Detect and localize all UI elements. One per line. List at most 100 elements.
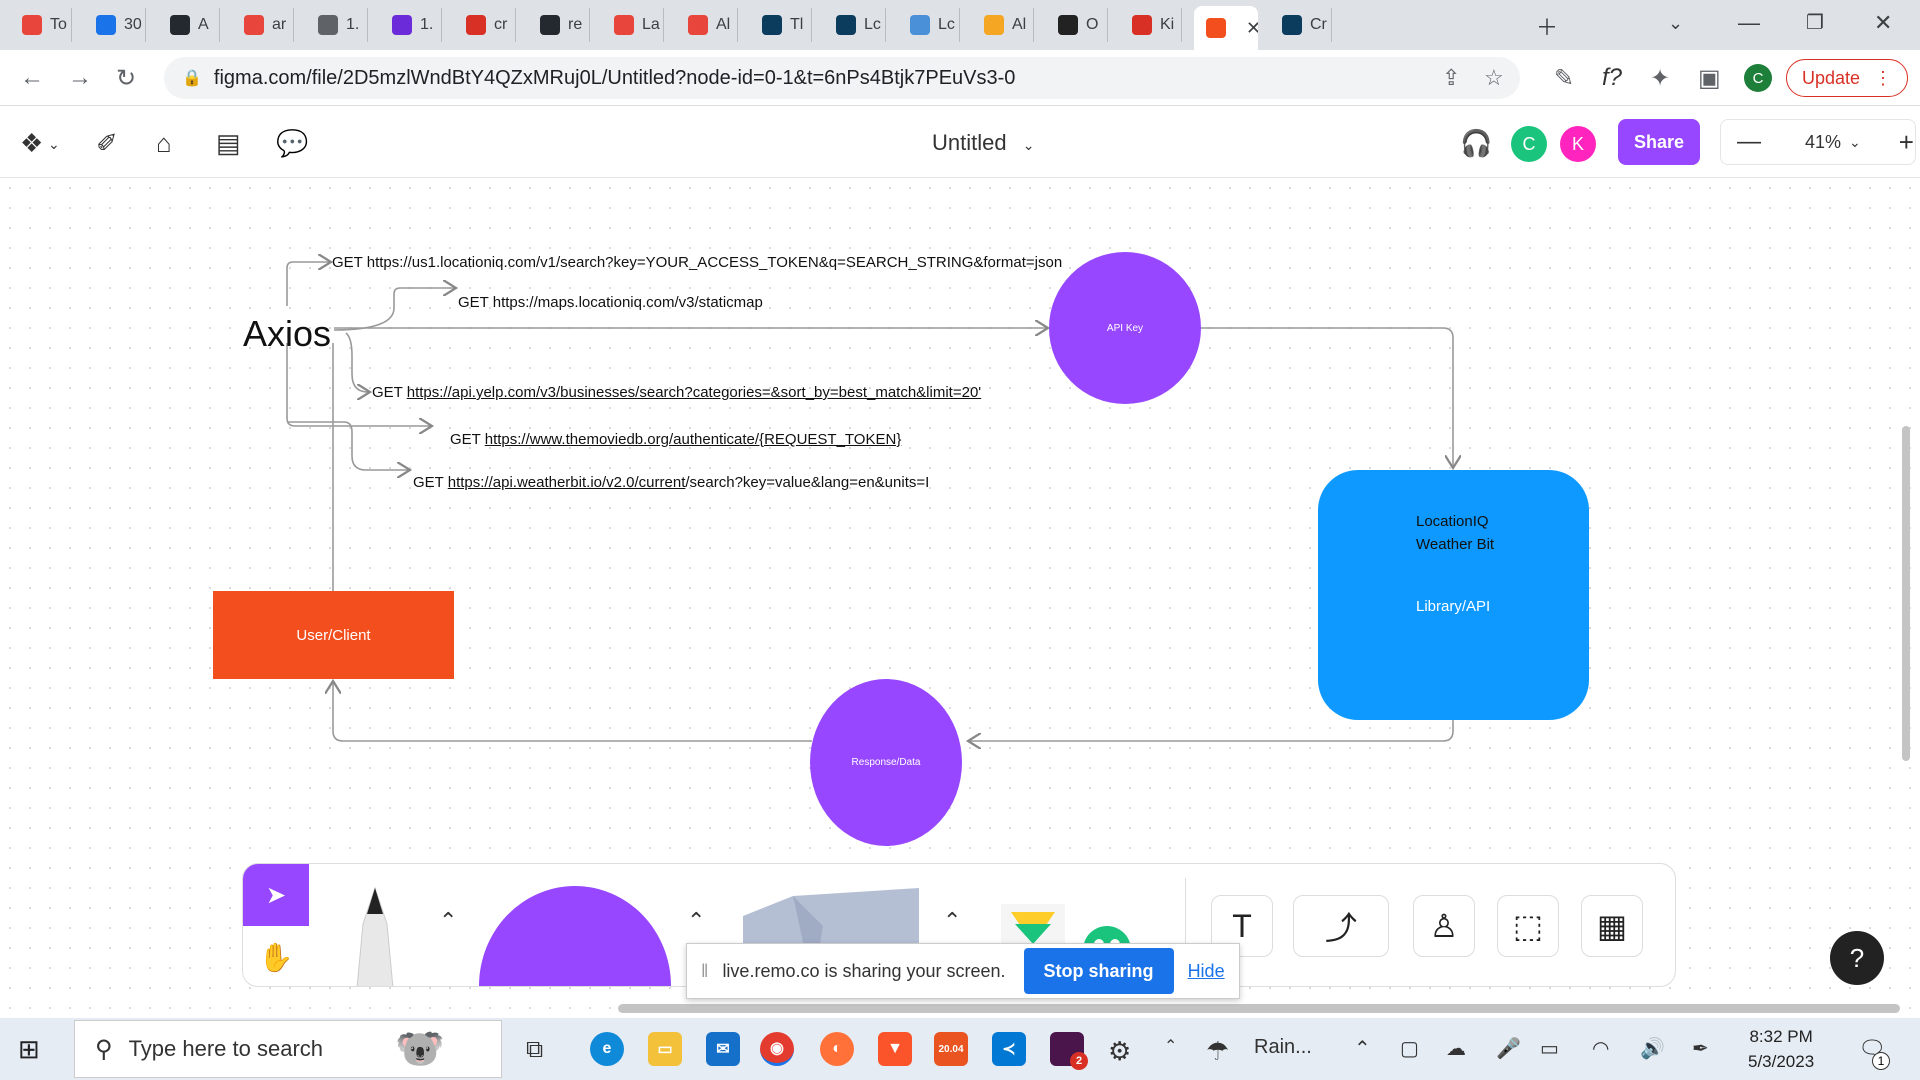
update-button[interactable]: Update ⋮ (1786, 59, 1908, 97)
pen-options-caret-icon[interactable]: ⌃ (439, 908, 457, 934)
tab-search-chevron-icon[interactable]: ⌄ (1668, 13, 1683, 34)
forward-arrow-icon[interactable]: → (68, 64, 92, 92)
marker-tool-icon[interactable]: ✐ (96, 128, 118, 159)
browser-tab[interactable]: To (10, 8, 72, 42)
side-panel-icon[interactable]: ▣ (1698, 64, 1721, 93)
response-data-node[interactable]: Response/Data (810, 679, 962, 846)
shape-tool-circle-icon[interactable] (477, 874, 673, 987)
layout-icon[interactable]: ▤ (216, 128, 241, 159)
browser-tab[interactable]: 1. (306, 8, 368, 42)
share-button[interactable]: Share (1618, 119, 1700, 165)
close-window-button[interactable]: ✕ (1874, 10, 1892, 36)
table-tool-button[interactable]: ▦ (1581, 895, 1643, 957)
shape-options-caret-icon[interactable]: ⌃ (687, 908, 705, 934)
chevron-down-icon[interactable]: ⌄ (48, 136, 60, 153)
vscode-icon[interactable]: ≺ (992, 1032, 1026, 1066)
document-title[interactable]: Untitled ⌄ (932, 130, 1034, 156)
tab-close-icon[interactable]: ✕ (1246, 18, 1258, 39)
volume-icon[interactable]: 🔊 (1640, 1036, 1665, 1061)
browser-tab[interactable]: Ki (1120, 8, 1182, 42)
browser-tab[interactable]: A (158, 8, 220, 42)
zoom-in-button[interactable]: + (1899, 127, 1914, 158)
axios-label[interactable]: Axios (243, 313, 331, 355)
wifi-icon[interactable]: ◠ (1592, 1036, 1609, 1061)
stamp-tool-button[interactable]: ♙ (1413, 895, 1475, 957)
firefox-icon[interactable]: ◐ (820, 1032, 854, 1066)
pen-workspace-icon[interactable]: ✒ (1692, 1036, 1709, 1061)
new-tab-button[interactable]: ＋ (1536, 10, 1558, 42)
restore-button[interactable]: ❐ (1806, 10, 1824, 35)
vertical-scrollbar[interactable] (1902, 426, 1910, 761)
back-arrow-icon[interactable]: ← (20, 64, 44, 92)
browser-tab[interactable]: re (528, 8, 590, 42)
weather-text[interactable]: Rain... (1254, 1036, 1312, 1059)
browser-tab[interactable]: Al (972, 8, 1034, 42)
stop-sharing-button[interactable]: Stop sharing (1023, 948, 1174, 994)
request-label-4[interactable]: GET https://www.themoviedb.org/authentic… (450, 431, 901, 448)
figma-menu-icon[interactable]: ❖ (20, 128, 43, 159)
chrome-icon[interactable]: ◉ (760, 1032, 794, 1066)
meet-now-icon[interactable]: ▢ (1400, 1036, 1419, 1061)
request-label-3[interactable]: GET https://api.yelp.com/v3/businesses/s… (372, 384, 981, 401)
hand-tool-button[interactable]: ✋ (243, 926, 309, 986)
bookmark-star-icon[interactable]: ☆ (1484, 65, 1504, 91)
zoom-out-button[interactable]: — (1737, 128, 1761, 156)
browser-tab[interactable]: ✕ (1194, 6, 1258, 50)
collaborator-avatar-c[interactable]: C (1511, 126, 1547, 162)
extension-pen-icon[interactable]: ✎ (1554, 64, 1574, 93)
reload-icon[interactable]: ↻ (116, 64, 136, 93)
drag-grip-icon[interactable]: ‖ (701, 961, 708, 982)
resources-icon[interactable]: ⌂ (156, 128, 172, 159)
taskbar-search-box[interactable]: ⚲ Type here to search 🐨 (74, 1020, 502, 1078)
brave-icon[interactable]: ▼ (878, 1032, 912, 1066)
sticky-options-caret-icon[interactable]: ⌃ (943, 908, 961, 934)
microphone-icon[interactable]: 🎤 (1496, 1036, 1521, 1061)
url-omnibox[interactable]: 🔒 figma.com/file/2D5mzlWndBtY4QZxMRuj0L/… (164, 57, 1520, 99)
formula-extension-icon[interactable]: f? (1602, 64, 1622, 92)
library-api-node[interactable]: LocationIQ Weather Bit Library/API (1318, 470, 1589, 720)
marker-pen-icon[interactable] (343, 884, 407, 987)
request-label-5[interactable]: GET https://api.weatherbit.io/v2.0/curre… (413, 474, 929, 491)
ubuntu-icon[interactable]: 20.04 (934, 1032, 968, 1066)
request-label-2[interactable]: GET https://maps.locationiq.com/v3/stati… (458, 294, 763, 311)
comment-icon[interactable]: 💬 (276, 128, 308, 159)
hide-link[interactable]: Hide (1188, 961, 1225, 982)
profile-avatar[interactable]: C (1744, 64, 1772, 92)
select-tool-button[interactable]: ➤ (243, 864, 309, 926)
browser-tab[interactable]: ar (232, 8, 294, 42)
task-view-icon[interactable]: ⧉ (526, 1036, 543, 1064)
minimize-button[interactable]: — (1738, 10, 1760, 36)
browser-tab[interactable]: Al (676, 8, 738, 42)
edge-browser-icon[interactable]: e (590, 1032, 624, 1066)
browser-tab[interactable]: Cr (1270, 8, 1332, 42)
collaborator-avatar-k[interactable]: K (1560, 126, 1596, 162)
audio-headphones-icon[interactable]: 🎧 (1460, 128, 1492, 159)
url-text[interactable]: figma.com/file/2D5mzlWndBtY4QZxMRuj0L/Un… (214, 67, 1015, 90)
zoom-level[interactable]: 41% (1805, 132, 1841, 153)
windows-start-icon[interactable]: ⊞ (18, 1034, 40, 1065)
horizontal-scrollbar[interactable] (618, 1004, 1900, 1013)
section-tool-button[interactable]: ⬚ (1497, 895, 1559, 957)
settings-gear-icon[interactable]: ⚙ (1108, 1036, 1131, 1067)
show-hidden-icons-chevron-icon[interactable]: ⌃ (1354, 1036, 1371, 1061)
connector-tool-button[interactable]: ⤴ (1293, 895, 1389, 957)
puzzle-extensions-icon[interactable]: ✦ (1650, 64, 1670, 93)
weather-umbrella-icon[interactable]: ☂ (1206, 1036, 1229, 1067)
browser-tab[interactable]: Lc (898, 8, 960, 42)
browser-tab[interactable]: Tl (750, 8, 812, 42)
taskbar-scroll-icon[interactable]: ⌃ (1164, 1036, 1177, 1056)
user-client-node[interactable]: User/Client (213, 591, 454, 679)
browser-tab[interactable]: O (1046, 8, 1108, 42)
system-clock[interactable]: 8:32 PM 5/3/2023 (1748, 1024, 1814, 1074)
share-page-icon[interactable]: ⇪ (1442, 65, 1460, 91)
mail-icon[interactable]: ✉ (706, 1032, 740, 1066)
browser-tab[interactable]: 1. (380, 8, 442, 42)
browser-tab[interactable]: cr (454, 8, 516, 42)
onedrive-cloud-icon[interactable]: ☁ (1446, 1036, 1466, 1061)
browser-tab[interactable]: Lc (824, 8, 886, 42)
browser-tab[interactable]: 30 (84, 8, 146, 42)
request-label-1[interactable]: GET https://us1.locationiq.com/v1/search… (332, 254, 1062, 271)
help-button[interactable]: ? (1830, 931, 1884, 985)
chevron-down-icon[interactable]: ⌄ (1849, 134, 1861, 151)
browser-tab[interactable]: La (602, 8, 664, 42)
